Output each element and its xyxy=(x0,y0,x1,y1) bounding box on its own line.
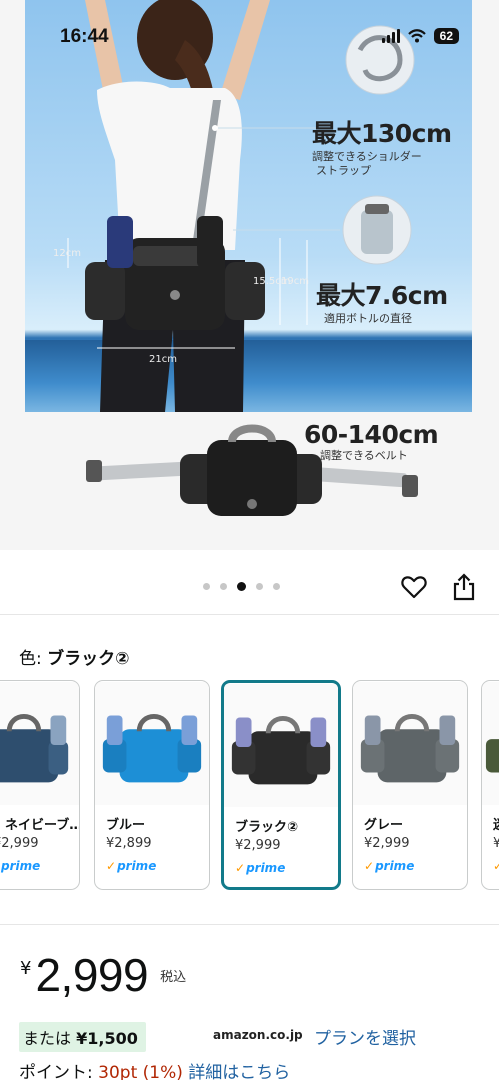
points-percent: (1%) xyxy=(142,1063,183,1080)
image-pager[interactable] xyxy=(203,582,280,591)
installment-amount: ¥1,500 xyxy=(76,1029,138,1048)
variant-price: ¥2,899 xyxy=(106,836,152,851)
variant-blue[interactable]: ブルー ¥2,899 ✓prime xyxy=(94,680,210,890)
variant-image xyxy=(95,682,209,805)
status-icons: 62 xyxy=(381,28,459,44)
color-variant-list[interactable]: ネイビーブ… ¥2,999 prime ブルー ¥2,899 ✓prime ブラ… xyxy=(0,680,499,892)
section-divider xyxy=(0,924,499,925)
pager-dot-active[interactable] xyxy=(237,582,246,591)
points-value: 30pt xyxy=(98,1063,138,1080)
spec-strap-desc-2: ストラップ xyxy=(316,164,371,177)
installment-prefix: または xyxy=(23,1029,72,1048)
variant-prime-badge: ✓ xyxy=(493,859,499,873)
color-label-prefix: 色: xyxy=(19,649,48,669)
share-icon[interactable] xyxy=(453,573,475,601)
heart-icon[interactable] xyxy=(401,575,427,599)
amazon-source-tag: amazon.co.jp xyxy=(211,1028,305,1042)
spec-belt: 60-140cm 調整できるベルト xyxy=(304,420,439,463)
pager-dot[interactable] xyxy=(220,583,227,590)
variant-name: 迷 xyxy=(493,814,499,833)
variant-name: ブラック② xyxy=(235,820,299,835)
dimension-pocket-height: 12cm xyxy=(53,248,81,259)
dimension-bag-height: 19cm xyxy=(281,276,309,287)
spec-bottle-value: 最大7.6cm xyxy=(316,281,448,310)
spec-strap-desc-1: 調整できるショルダー xyxy=(312,150,422,163)
price-currency: ¥ xyxy=(20,958,32,979)
variant-prime-badge: ✓prime xyxy=(106,859,157,873)
dimension-bag-width: 21cm xyxy=(149,354,177,365)
variant-navy[interactable]: ネイビーブ… ¥2,999 prime xyxy=(0,680,80,890)
spec-bottle: 最大7.6cm 適用ボトルの直径 xyxy=(316,276,448,326)
battery-indicator: 62 xyxy=(433,28,459,44)
product-photo: 12cm 15.5cm 19cm 21cm xyxy=(25,0,472,412)
variant-price: ¥2,999 xyxy=(235,838,281,853)
points-row: ポイント: 30pt (1%) 詳細はこちら xyxy=(19,1058,290,1080)
price-amount: 2,999 xyxy=(35,949,149,1001)
variant-name: ブルー xyxy=(106,818,146,833)
tax-label: 税込 xyxy=(160,970,187,985)
selected-color-name: ブラック② xyxy=(47,649,130,669)
variant-image xyxy=(0,682,79,805)
color-selector-label: 色: ブラック② xyxy=(19,644,130,669)
variant-price: ¥2,999 xyxy=(364,836,410,851)
status-time: 16:44 xyxy=(60,26,109,47)
model-with-waist-bag-image xyxy=(67,0,415,412)
pager-dot[interactable] xyxy=(273,583,280,590)
select-plan-link[interactable]: プランを選択 xyxy=(314,1024,416,1049)
spec-belt-desc: 調整できるベルト xyxy=(320,449,408,462)
section-divider xyxy=(0,614,499,615)
variant-price: ¥ xyxy=(493,836,499,851)
spec-strap-value: 最大130cm xyxy=(312,119,452,148)
pager-dot[interactable] xyxy=(203,583,210,590)
variant-prime-badge: ✓prime xyxy=(364,859,415,873)
installment-plan-row: または ¥1,500 amazon.co.jp プランを選択 xyxy=(19,1022,499,1052)
variant-prime-badge: prime xyxy=(1,859,41,873)
spec-strap: 最大130cm 調整できるショルダー ストラップ xyxy=(312,114,452,178)
variant-gray[interactable]: グレー ¥2,999 ✓prime xyxy=(352,680,468,890)
pager-dot[interactable] xyxy=(256,583,263,590)
spec-belt-value: 60-140cm xyxy=(304,420,439,449)
installment-amount-pill: または ¥1,500 xyxy=(19,1022,146,1052)
points-details-link[interactable]: 詳細はこちら xyxy=(188,1063,290,1080)
cellular-signal-icon xyxy=(381,29,400,43)
variant-name: グレー xyxy=(364,818,404,833)
variant-black-2[interactable]: ブラック② ¥2,999 ✓prime xyxy=(221,680,341,890)
price-block: ¥ 2,999 税込 xyxy=(20,950,186,1000)
variant-prime-badge: ✓prime xyxy=(235,861,286,875)
variant-image xyxy=(353,682,467,805)
spec-bottle-desc: 適用ボトルの直径 xyxy=(324,312,412,325)
variant-name: ネイビーブ… xyxy=(5,818,80,833)
variant-image xyxy=(224,684,338,807)
variant-image xyxy=(482,682,499,805)
variant-price: ¥2,999 xyxy=(0,836,39,851)
variant-partial[interactable]: 迷 ¥ ✓ xyxy=(481,680,499,890)
product-image-carousel[interactable]: 12cm 15.5cm 19cm 21cm 16:44 62 最大130cm 調… xyxy=(0,0,499,550)
wifi-icon xyxy=(407,29,426,43)
points-label: ポイント: xyxy=(19,1063,99,1080)
